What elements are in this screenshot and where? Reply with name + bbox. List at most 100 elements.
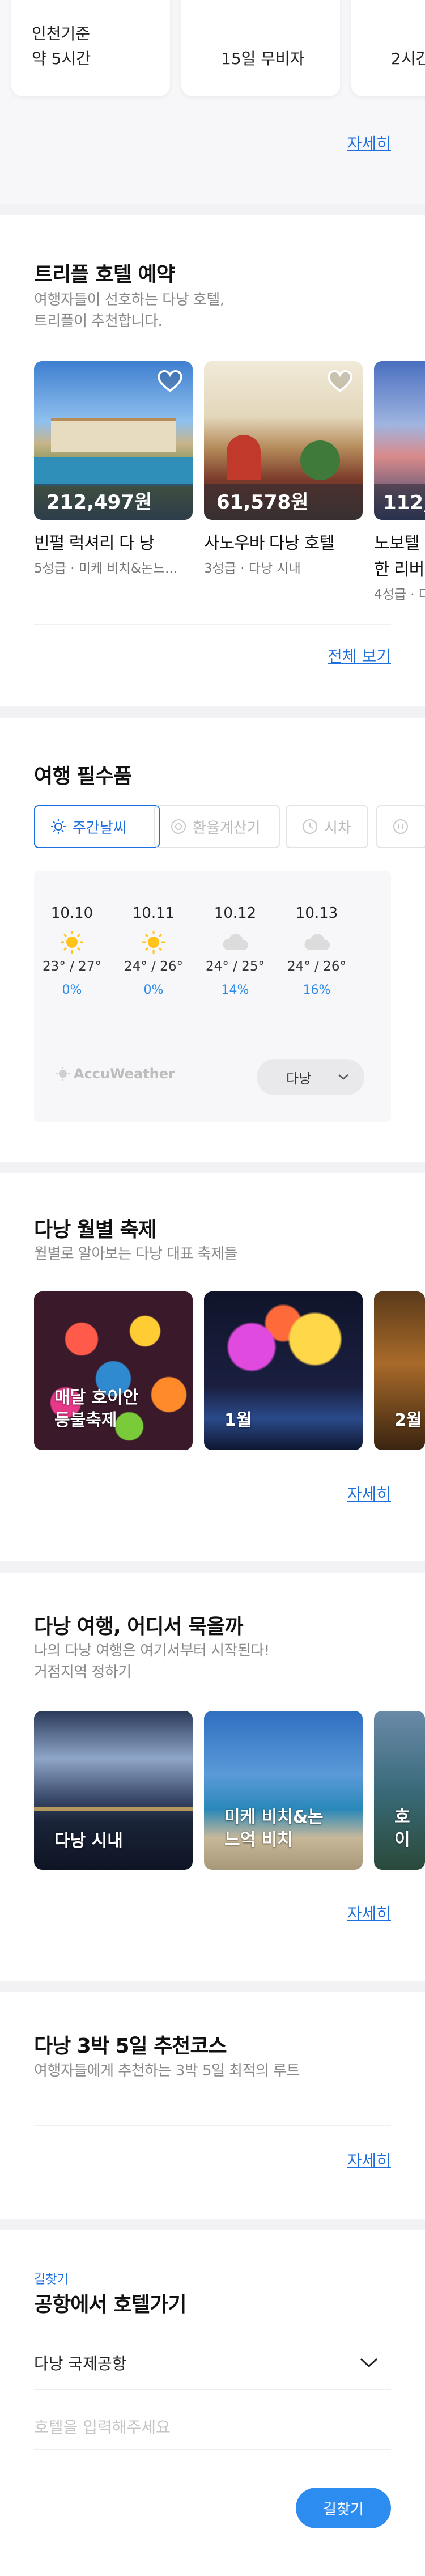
stay-area-label-line1: 미케 비치&논 bbox=[224, 1807, 324, 1827]
hotel-input[interactable] bbox=[34, 2405, 391, 2450]
course-more-link[interactable]: 자세히 bbox=[347, 2149, 391, 2171]
festival-label-line1: 2월 bbox=[394, 1410, 422, 1430]
hotel-name: 사노우바 다낭 호텔 bbox=[204, 533, 335, 553]
stay-area-label-line1: 다낭 시내 bbox=[54, 1831, 123, 1851]
directions-eyebrow: 길찾기 bbox=[34, 2273, 69, 2287]
forecast-precip: 14% bbox=[221, 983, 249, 997]
forecast-day: 10.10 23° / 27° 0% bbox=[38, 905, 106, 997]
section-divider bbox=[0, 706, 425, 718]
festival-card[interactable]: 1월 bbox=[204, 1291, 363, 1450]
section-divider bbox=[0, 1981, 425, 1992]
heart-icon[interactable] bbox=[328, 370, 352, 393]
essentials-section-title: 여행 필수품 bbox=[34, 765, 132, 788]
heart-icon[interactable] bbox=[158, 370, 182, 393]
currency-icon bbox=[171, 819, 186, 834]
section-divider bbox=[0, 1561, 425, 1573]
info-card-line1: 2시간 bbox=[391, 49, 425, 68]
course-section-subtitle: 여행자들에게 추천하는 3박 5일 최적의 루트 bbox=[34, 2062, 300, 2079]
hotel-bottom-rule bbox=[34, 624, 391, 625]
tab-label: 환율계산기 bbox=[193, 819, 261, 837]
forecast-temp: 24° / 26° bbox=[287, 959, 346, 974]
plug-icon bbox=[393, 819, 408, 834]
hotel-card[interactable]: 61,578원 사노우바 다낭 호텔 3성급 · 다낭 시내 bbox=[204, 361, 363, 577]
sun-icon bbox=[51, 819, 66, 834]
stay-section-subtitle: 나의 다낭 여행은 여기서부터 시작된다! 거점지역 정하기 bbox=[34, 1640, 270, 1683]
hotel-subtitle-line2: 트리플이 추천합니다. bbox=[34, 313, 163, 330]
stay-subtitle-line1: 나의 다낭 여행은 여기서부터 시작된다! bbox=[34, 1642, 270, 1659]
festival-label-line1: 1월 bbox=[224, 1410, 252, 1430]
forecast-temp: 23° / 27° bbox=[42, 959, 101, 974]
hotel-photo: 212,497원 bbox=[34, 361, 193, 520]
stay-area-card[interactable]: 다낭 시내 bbox=[34, 1711, 193, 1870]
forecast-date: 10.13 bbox=[295, 905, 338, 922]
directions-section-title: 공항에서 호텔가기 bbox=[34, 2293, 186, 2316]
stay-area-label-line1: 호이 bbox=[394, 1807, 410, 1850]
course-bottom-rule bbox=[34, 2125, 391, 2126]
sun-icon bbox=[142, 931, 165, 954]
hotel-photo: 112,8 bbox=[374, 361, 425, 520]
stay-section-title: 다낭 여행, 어디서 묵을까 bbox=[34, 1615, 243, 1638]
stay-area-label-line2: 느억 비치 bbox=[224, 1830, 293, 1850]
city-select[interactable]: 다낭 bbox=[257, 1059, 364, 1095]
hotel-section-subtitle: 여행자들이 선호하는 다낭 호텔, 트리플이 추천합니다. bbox=[34, 289, 224, 332]
quick-info-more-link[interactable]: 자세히 bbox=[347, 132, 391, 154]
clock-icon bbox=[303, 819, 317, 834]
forecast-precip: 0% bbox=[143, 983, 164, 997]
forecast-temp: 24° / 25° bbox=[206, 959, 265, 974]
hotel-card[interactable]: 112,8 노보텔 한 리버 4성급 · 다 bbox=[374, 361, 425, 603]
weather-panel: 10.10 23° / 27° 0% 10.11 24° / 26° 0% 10… bbox=[34, 871, 391, 1122]
info-card-flight-time: 인천기준 약 5시간 bbox=[11, 0, 170, 96]
festival-card[interactable]: 매달 호이안 등불축제 bbox=[34, 1291, 193, 1450]
quick-info-section: 인천기준 약 5시간 15일 무비자 2시간 자세히 bbox=[0, 0, 425, 204]
festival-section-subtitle: 월별로 알아보는 다낭 대표 축제들 bbox=[34, 1245, 237, 1262]
forecast-day: 10.12 24° / 25° 14% bbox=[201, 905, 269, 997]
stay-area-card[interactable]: 미케 비치&논 느억 비치 bbox=[204, 1711, 363, 1870]
hotel-section-title: 트리플 호텔 예약 bbox=[34, 263, 175, 286]
hotel-meta: 5성급 · 미케 비치&논느... bbox=[34, 561, 178, 576]
tab-label: 시차 bbox=[324, 819, 351, 837]
cloud-icon bbox=[304, 934, 330, 950]
hotel-price: 61,578원 bbox=[216, 491, 309, 514]
forecast-date: 10.12 bbox=[214, 905, 257, 922]
hotel-subtitle-line1: 여행자들이 선호하는 다낭 호텔, bbox=[34, 291, 224, 308]
tab-weekly-weather[interactable]: 주간날씨 bbox=[34, 805, 160, 848]
find-route-button[interactable]: 길찾기 bbox=[296, 2488, 391, 2528]
hotel-name: 빈펄 럭셔리 다 낭 bbox=[34, 533, 155, 553]
weather-provider-name: AccuWeather bbox=[74, 1066, 175, 1082]
section-divider bbox=[0, 1162, 425, 1173]
festival-card[interactable]: 2월 bbox=[374, 1291, 425, 1450]
section-divider bbox=[0, 2219, 425, 2230]
forecast-temp: 23 bbox=[364, 986, 391, 1001]
hotel-card[interactable]: 212,497원 빈펄 럭셔리 다 낭 5성급 · 미케 비치&논느... bbox=[34, 361, 193, 577]
chevron-down-icon bbox=[360, 2358, 378, 2368]
hotel-view-all-link[interactable]: 전체 보기 bbox=[328, 644, 391, 667]
forecast-precip: 16% bbox=[303, 983, 331, 997]
stay-subtitle-line2: 거점지역 정하기 bbox=[34, 1664, 131, 1681]
forecast-date: 1 bbox=[364, 905, 391, 922]
tab-plug[interactable] bbox=[376, 805, 425, 848]
hotel-price: 212,497원 bbox=[46, 491, 152, 514]
airport-select[interactable]: 다낭 국제공항 bbox=[34, 2340, 391, 2390]
hotel-meta: 3성급 · 다낭 시내 bbox=[204, 561, 301, 576]
festival-more-link[interactable]: 자세히 bbox=[347, 1482, 391, 1505]
stay-area-card[interactable]: 호이 bbox=[374, 1711, 425, 1870]
forecast-day: 10.13 24° / 26° 16% bbox=[283, 905, 351, 997]
sun-icon bbox=[61, 931, 83, 954]
festival-section-title: 다낭 월별 축제 bbox=[34, 1218, 157, 1242]
course-section-title: 다낭 3박 5일 추천코스 bbox=[34, 2035, 227, 2058]
forecast-date: 10.10 bbox=[50, 905, 94, 922]
hotel-name: 노보텔 bbox=[374, 533, 420, 553]
stay-more-link[interactable]: 자세히 bbox=[347, 1901, 391, 1924]
forecast-day: 1 23 bbox=[364, 905, 391, 1001]
tab-currency-calculator[interactable]: 환율계산기 bbox=[154, 805, 280, 848]
festival-label-line2: 등불축제 bbox=[54, 1410, 117, 1430]
hotel-price: 112,8 bbox=[383, 492, 425, 514]
section-divider bbox=[0, 204, 425, 215]
cloud-icon bbox=[223, 934, 248, 950]
forecast-precip: 0% bbox=[62, 983, 82, 997]
tab-time-difference[interactable]: 시차 bbox=[286, 805, 368, 848]
accuweather-logo-icon bbox=[56, 1067, 70, 1081]
info-card-line2: 약 5시간 bbox=[32, 49, 91, 68]
festival-label-line1: 매달 호이안 bbox=[54, 1388, 139, 1408]
city-select-value: 다낭 bbox=[286, 1070, 312, 1087]
